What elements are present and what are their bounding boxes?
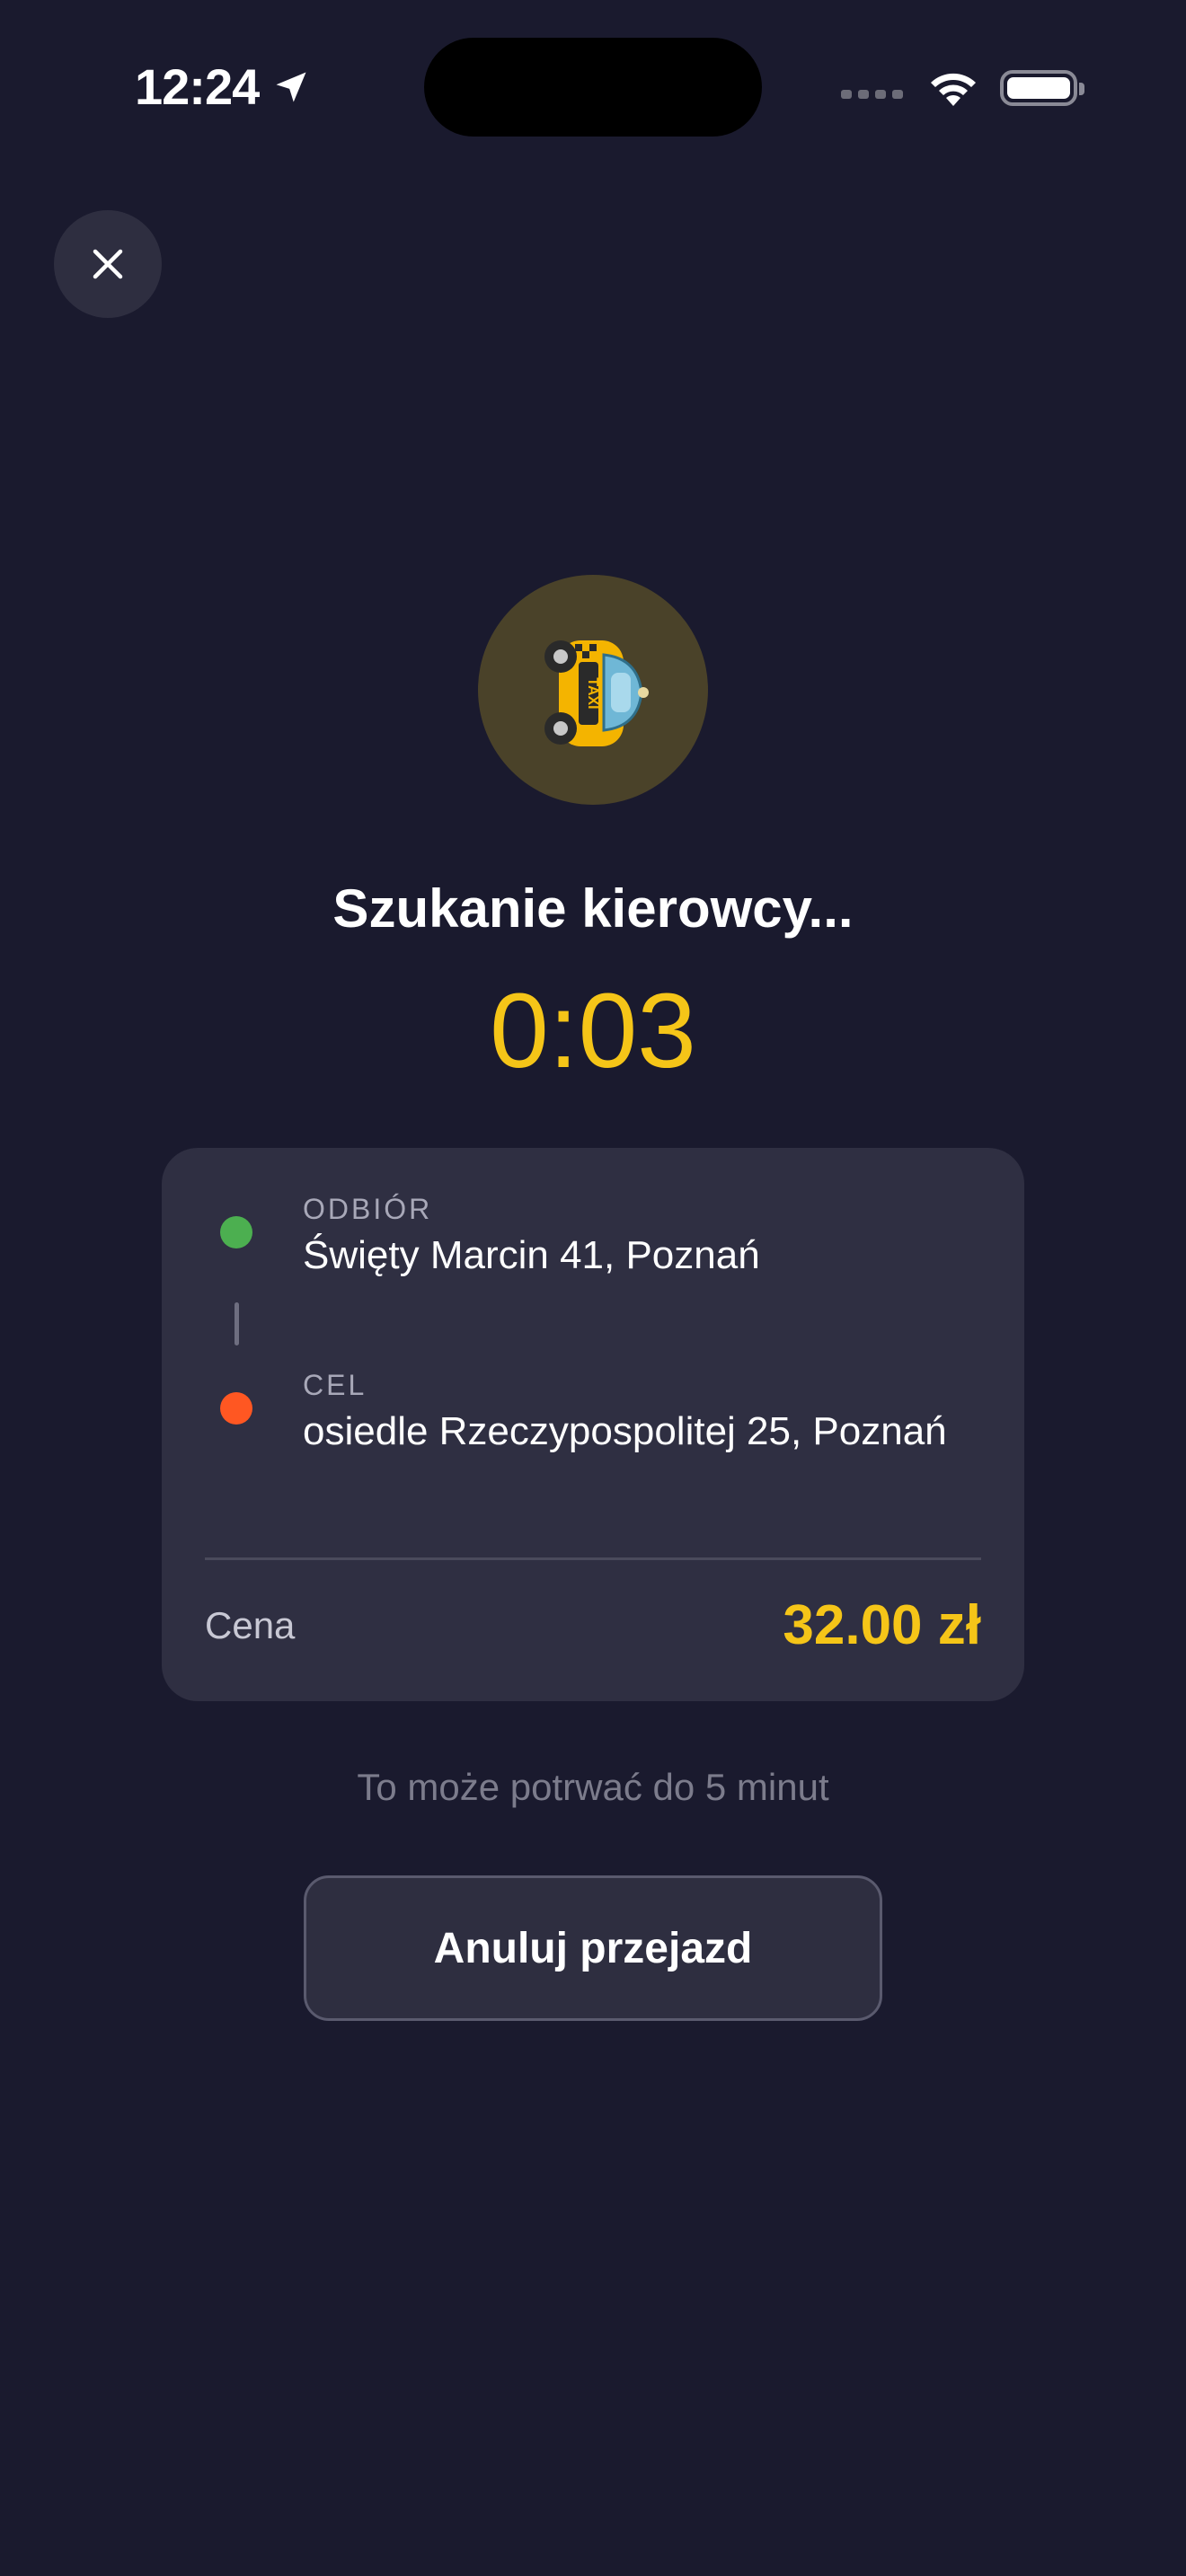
cellular-signal-icon [841,90,903,99]
search-timer: 0:03 [490,972,696,1090]
card-divider [205,1557,981,1560]
pickup-label: ODBIÓR [303,1193,433,1225]
wifi-icon [931,73,976,106]
taxi-icon: TAXI [544,640,649,746]
svg-text:TAXI: TAXI [585,677,600,709]
destination-dot [220,1392,252,1425]
battery-icon [1000,70,1084,106]
pickup-address: Święty Marcin 41, Poznań [303,1233,760,1277]
dynamic-island [424,38,762,137]
taxi-avatar: TAXI [478,575,708,805]
status-bar-icons [841,63,1084,113]
destination-label: CEL [303,1369,367,1401]
destination-address: osiedle Rzeczypospolitej 25, Poznań [303,1409,947,1453]
route-connector [235,1302,239,1345]
price-label: Cena [205,1604,296,1646]
close-icon [93,249,123,279]
price-value: 32.00 zł [783,1594,981,1656]
searching-title: Szukanie kierowcy... [332,878,854,939]
pickup-dot [220,1216,252,1248]
location-arrow-icon [276,72,306,102]
status-bar-time: 12:24 [135,56,311,119]
trip-summary-card: ODBIÓR Święty Marcin 41, Poznań CEL osie… [162,1148,1024,1701]
cancel-ride-button[interactable]: Anuluj przejazd [304,1875,882,2021]
wait-hint: To może potrwać do 5 minut [357,1766,829,1808]
time-text: 12:24 [135,58,260,115]
close-button[interactable] [54,210,162,318]
